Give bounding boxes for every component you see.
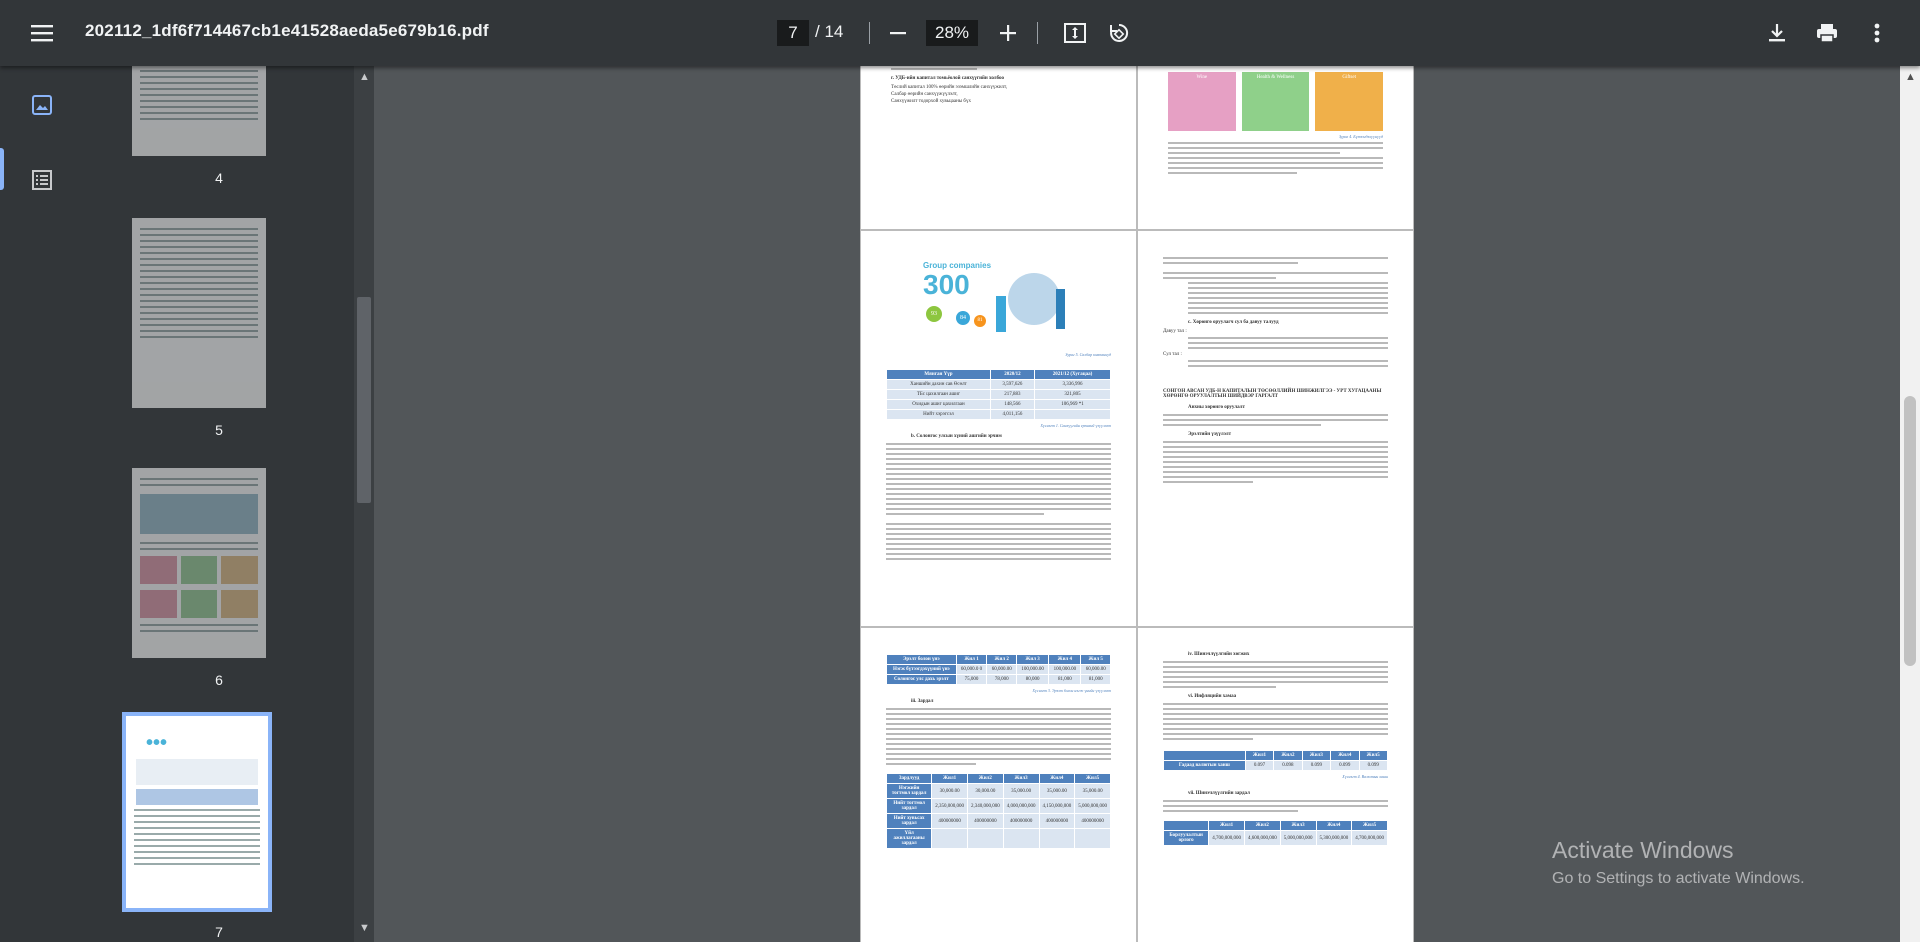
chapter-title: СОНГОН АВСАН УДБ-Н КАПИТАЛЫН ТӨСӨӨЛЛИЙН … — [1163, 389, 1382, 399]
section-heading: iv. Шинэчлүүлгийн хөгжих — [1188, 652, 1250, 657]
thumbnail-sidebar: 4 5 6 ••• 7 — [84, 66, 354, 942]
pdf-page: г. УДБ-ийн капитал томьёолой санхүүгийн … — [861, 66, 1136, 229]
bullet-item: Төслий капитал 100% өөрийн эзэмшлийн сан… — [891, 85, 1008, 90]
product-panel: Wine — [1168, 72, 1236, 131]
table-caption: Хүснэгт 4. Валютын ханш — [1342, 774, 1388, 779]
page-heading: г. УДБ-ийн капитал томьёолой санхүүгийн … — [891, 76, 1005, 81]
exchange-rate-table: Жил1 Жил2 Жил3 Жил4 Жил5 Гадаад валютын ханш… — [1163, 750, 1388, 771]
page-total: / 14 — [815, 22, 844, 41]
thumbnail-page-number: 7 — [215, 924, 223, 940]
toolbar-divider — [1037, 22, 1038, 44]
sub-heading: Сул тал : — [1163, 352, 1182, 357]
product-panel: Giftset — [1315, 72, 1384, 131]
demand-price-table: Эрэлт болон үнэ Жил 1 Жил 2 Жил 3 Жил 4 Жил 5… — [886, 654, 1111, 685]
menu-icon[interactable] — [22, 13, 62, 53]
section-heading: Анхны хөрөнгө оруулалт — [1188, 405, 1245, 410]
product-panel: Health & Wellness — [1241, 72, 1310, 131]
document-scrollbar-thumb[interactable] — [1904, 396, 1916, 666]
financial-table: Мянган Үүр 2020/12 2021/12 (Хугацаа) Ханши… — [886, 369, 1112, 420]
watermark-subtitle: Go to Settings to activate Windows. — [1552, 870, 1805, 887]
print-icon[interactable] — [1807, 13, 1847, 53]
toolbar-divider — [869, 22, 870, 44]
thumbnail-page[interactable] — [132, 468, 266, 658]
sidebar-scrollbar[interactable] — [354, 66, 374, 942]
scroll-down-arrow-icon[interactable]: ▼ — [359, 922, 370, 934]
thumbnail-page-number: 4 — [215, 170, 223, 186]
sub-heading: Давуу тал : — [1163, 329, 1187, 334]
outline-icon[interactable] — [22, 160, 62, 200]
zoom-level-input[interactable]: 28% — [926, 20, 978, 46]
section-heading: Эрэлтийн үзүүлэлт — [1188, 432, 1232, 437]
pdf-page: Эрэлт болон үнэ Жил 1 Жил 2 Жил 3 Жил 4 Жил 5… — [861, 628, 1136, 942]
zoom-out-icon[interactable] — [878, 13, 918, 53]
zoom-in-icon[interactable] — [988, 13, 1028, 53]
section-heading: iii. Зардал — [911, 699, 934, 704]
thumbnail-page[interactable] — [132, 66, 266, 156]
page-number-input[interactable]: 7 — [777, 20, 809, 46]
group-companies-graphic: Group companies 300 93 84 81 Зураг 5. Са… — [923, 261, 1111, 357]
scroll-up-arrow-icon[interactable]: ▲ — [1905, 71, 1916, 83]
document-title: 202112_1df6f714467cb1e41528aeda5e679b16.… — [85, 21, 489, 40]
thumbnail-page-number: 6 — [215, 672, 223, 688]
section-heading: vii. Шинэчлүүлгийн зардал — [1188, 791, 1250, 796]
pdf-page: iv. Шинэчлүүлгийн хөгжих vi. Инфляцийн х… — [1138, 628, 1413, 942]
watermark-title: Activate Windows — [1552, 837, 1734, 863]
table-caption: Хүснэгт 3. Эрэлт болон нэгж үнийн үзүүлэ… — [1032, 688, 1111, 693]
sales-table: Жил1 Жил2 Жил3 Жил4 Жил5 Борлуулалтын орлого… — [1162, 820, 1388, 846]
more-icon[interactable] — [1857, 13, 1897, 53]
bullet-item: Салбар өөрийн санхүүжүүлэлт, — [891, 92, 958, 97]
section-heading: b. Солонгос улсын хүний ашгийн эрчим — [911, 434, 1002, 439]
pdf-page: Group companies 300 93 84 81 Зураг 5. Са… — [861, 231, 1136, 626]
pdf-toolbar: 202112_1df6f714467cb1e41528aeda5e679b16.… — [0, 0, 1920, 66]
costs-table: Зардлууд Жил1 Жил2 Жил3 Жил4 Жил5 Нэгжийн тог… — [885, 773, 1111, 849]
document-viewer: г. УДБ-ийн капитал томьёолой санхүүгийн … — [374, 66, 1900, 942]
table-caption: Хүснэгт 1. Санхүүгийн ерөнхий үзүүлэлт — [1040, 423, 1111, 428]
pdf-page: Wine Health & Wellness Giftset Зураг 4. … — [1138, 66, 1413, 229]
rail-selection-indicator — [0, 148, 4, 190]
scroll-up-arrow-icon[interactable]: ▲ — [359, 71, 370, 83]
activation-watermark: Activate Windows Go to Settings to activ… — [1552, 837, 1805, 888]
sidebar-rail — [0, 66, 84, 942]
thumbnail-page-current[interactable]: ••• — [122, 712, 272, 912]
thumbnail-page-number: 5 — [215, 422, 223, 438]
download-icon[interactable] — [1757, 13, 1797, 53]
pdf-page: c. Хөрөнгө оруулагч сул ба давуу талууд … — [1138, 231, 1413, 626]
figure-caption: Зураг 4. Бүтээгдэхүүнүүд — [1338, 134, 1383, 139]
thumbnails-icon[interactable] — [22, 85, 62, 125]
sidebar-scrollbar-thumb[interactable] — [357, 297, 371, 503]
thumbnail-page[interactable] — [132, 218, 266, 408]
fit-page-icon[interactable] — [1055, 13, 1095, 53]
bullet-item: Санхүүжилт тодорхой хувьцааны бүх — [891, 99, 971, 104]
section-heading: vi. Инфляцийн хамаа — [1188, 694, 1237, 699]
rotate-icon[interactable] — [1099, 13, 1139, 53]
section-heading: c. Хөрөнгө оруулагч сул ба давуу талууд — [1188, 320, 1279, 325]
